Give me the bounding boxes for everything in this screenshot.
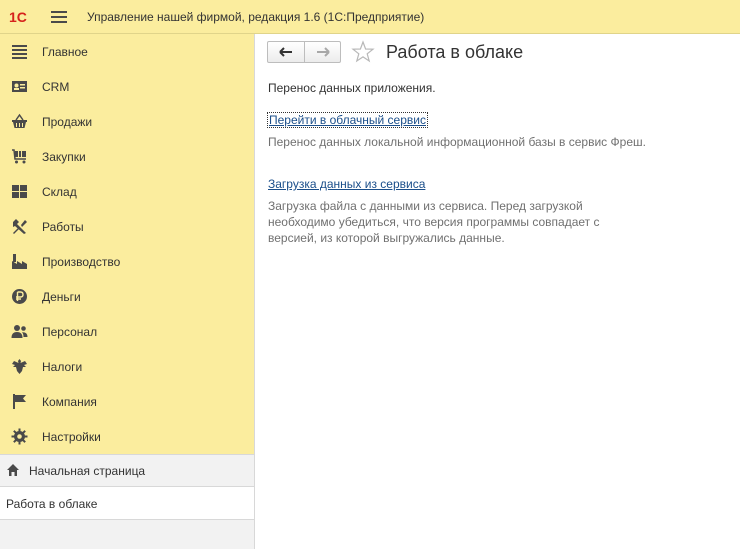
back-button[interactable] xyxy=(268,42,304,62)
sidebar-item-label: Продажи xyxy=(42,114,93,129)
list-icon xyxy=(12,45,27,59)
basket-icon xyxy=(12,113,27,128)
sidebar-empty-area xyxy=(0,520,254,549)
gear-icon xyxy=(11,428,28,445)
sidebar-item-settings[interactable]: Настройки xyxy=(0,419,254,454)
forward-button[interactable] xyxy=(304,42,340,62)
1c-logo: 1С xyxy=(9,9,27,25)
sidebar-item-label: Закупки xyxy=(42,149,86,164)
sidebar-item-sales[interactable]: Продажи xyxy=(0,104,254,139)
sidebar-item-label: Персонал xyxy=(42,324,98,339)
arrow-right-icon xyxy=(316,47,330,57)
sidebar-item-label: Начальная страница xyxy=(29,464,146,478)
arrow-left-icon xyxy=(279,47,292,57)
intro-text: Перенос данных приложения. xyxy=(268,81,436,95)
sidebar-item-company[interactable]: Компания xyxy=(0,384,254,419)
sidebar-item-label: Склад xyxy=(42,184,77,199)
sidebar-item-label: CRM xyxy=(42,79,70,94)
load-data-from-service-link[interactable]: Загрузка данных из сервиса xyxy=(268,177,425,191)
sidebar-item-label: Производство xyxy=(42,254,121,269)
sidebar-item-taxes[interactable]: Налоги xyxy=(0,349,254,384)
sidebar-item-crm[interactable]: CRM xyxy=(0,69,254,104)
load-data-from-service-description: Загрузка файла с данными из сервиса. Пер… xyxy=(268,199,600,245)
sidebar-item-purchases[interactable]: Закупки xyxy=(0,139,254,174)
contact-card-icon xyxy=(12,81,27,92)
sidebar-item-label: Деньги xyxy=(42,289,81,304)
sidebar-item-staff[interactable]: Персонал xyxy=(0,314,254,349)
title-bar: 1С Управление нашей фирмой, редакция 1.6… xyxy=(0,0,740,34)
cart-icon xyxy=(12,149,26,164)
page-title: Работа в облаке xyxy=(386,42,524,62)
menu-line xyxy=(51,16,67,18)
main-content: Работа в облаке Перенос данных приложени… xyxy=(256,34,740,549)
people-icon xyxy=(11,325,28,338)
go-to-cloud-service-description: Перенос данных локальной информационной … xyxy=(268,135,646,149)
sidebar-item-label: Настройки xyxy=(42,429,101,444)
tools-icon xyxy=(13,219,27,234)
app-title: Управление нашей фирмой, редакция 1.6 (1… xyxy=(87,10,425,24)
sidebar-item-label: Налоги xyxy=(42,359,83,374)
sidebar-item-works[interactable]: Работы xyxy=(0,209,254,244)
sidebar-item-main[interactable]: Главное xyxy=(0,34,254,69)
sidebar-item-warehouse[interactable]: Склад xyxy=(0,174,254,209)
sidebar-item-label: Компания xyxy=(42,394,97,409)
sidebar: Главное CRM Продажи Закупки Склад Работы… xyxy=(0,34,255,549)
home-icon xyxy=(7,464,19,476)
sidebar-item-money[interactable]: Деньги xyxy=(0,279,254,314)
sidebar-item-home-page[interactable]: Начальная страница xyxy=(0,454,254,487)
open-window-label: Работа в облаке xyxy=(6,497,98,511)
favorite-star-icon[interactable] xyxy=(351,40,375,64)
sidebar-item-production[interactable]: Производство xyxy=(0,244,254,279)
go-to-cloud-service-link[interactable]: Перейти в облачный сервис xyxy=(267,112,428,128)
sidebar-item-label: Главное xyxy=(42,44,88,59)
history-navigation xyxy=(267,41,341,63)
ruble-icon xyxy=(12,289,27,304)
factory-icon xyxy=(12,254,27,269)
emblem-icon xyxy=(12,359,27,374)
sidebar-item-label: Работы xyxy=(42,219,84,234)
open-window-cloud-work[interactable]: Работа в облаке xyxy=(0,487,254,520)
warehouse-grid-icon xyxy=(12,185,27,198)
main-menu-button[interactable] xyxy=(51,11,67,23)
menu-line xyxy=(51,11,67,13)
flag-icon xyxy=(13,394,26,409)
menu-line xyxy=(51,21,67,23)
logo-text: 1С xyxy=(9,9,27,25)
